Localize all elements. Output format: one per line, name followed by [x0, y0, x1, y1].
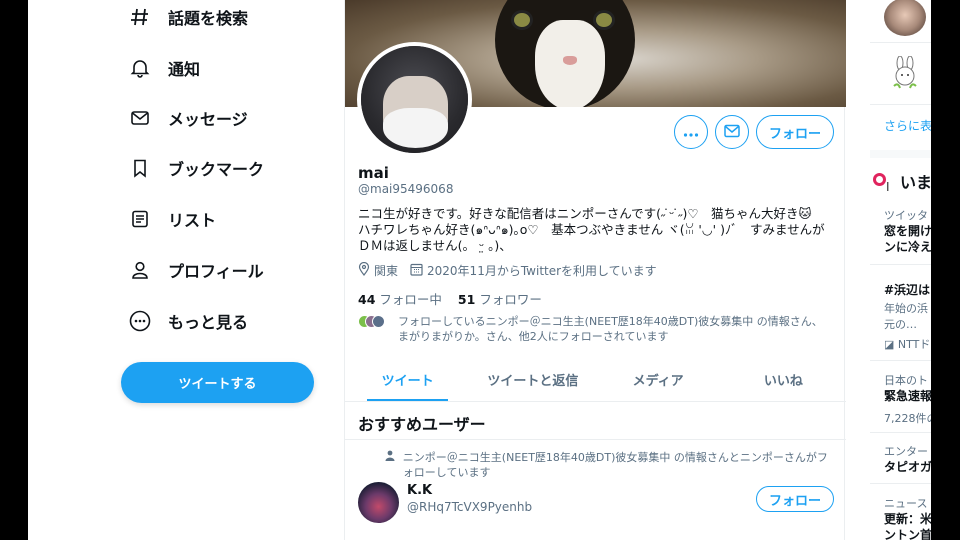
show-more-link[interactable]: さらに表 [884, 117, 931, 134]
trend-title[interactable]: 窓を開け [884, 223, 931, 239]
trend-desc: 年始の浜 [884, 302, 928, 315]
trend-desc: 元の… [884, 318, 917, 331]
profile-location: 関東 [374, 264, 399, 278]
known-followers[interactable]: フォローしているニンポー＠ニコ生主(NEET歴18年40歳DT)彼女募集中 の情… [358, 314, 838, 344]
profile-joined: 2020年11月からTwitterを利用しています [427, 264, 657, 278]
suggested-user-name[interactable]: K.K [407, 483, 432, 498]
envelope-icon [724, 123, 740, 142]
suggestions-title: おすすめユーザー [358, 415, 486, 434]
person-icon [128, 258, 152, 282]
left-sidebar: 話題を検索 通知 メッセージ ブックマーク リスト プロフィール もっと見る ツ… [28, 0, 344, 540]
nav-label: プロフィール [168, 262, 264, 281]
trend-title[interactable]: 緊急速報 [884, 388, 931, 404]
nav-label: 話題を検索 [168, 9, 249, 28]
bell-icon [128, 56, 152, 80]
nav-item-lists[interactable]: リスト [128, 202, 216, 236]
tab-media[interactable]: メディア [596, 358, 721, 401]
avatar[interactable] [884, 0, 926, 36]
calendar-icon [410, 263, 423, 279]
twitter-window: 話題を検索 通知 メッセージ ブックマーク リスト プロフィール もっと見る ツ… [28, 0, 931, 540]
envelope-icon [128, 106, 152, 130]
trend-category: ツイッタ [884, 209, 928, 222]
nav-item-notifications[interactable]: 通知 [128, 51, 200, 85]
location-pin-icon [358, 261, 370, 279]
divider [345, 439, 846, 440]
trend-category: ニュース [884, 497, 928, 510]
person-icon [385, 450, 397, 480]
suggestion-context: ニンポー＠ニコ生主(NEET歴18年40歳DT)彼女募集中 の情報さんとニンポー… [385, 450, 835, 480]
trend-title[interactable]: タピオガ [884, 459, 931, 475]
profile-meta: 関東 2020年11月からTwitterを利用しています [358, 261, 661, 279]
profile-avatar[interactable] [357, 42, 472, 157]
bunny-avatar-icon[interactable] [888, 55, 922, 92]
list-icon [128, 207, 152, 231]
right-sidebar: さらに表 いまど ツイッタ 窓を開け ンに冷え #浜辺は 年始の浜 元の… ◪ … [870, 0, 931, 540]
more-dots-icon [683, 123, 699, 142]
text-cursor-icon: I [886, 180, 890, 194]
known-followers-text: フォローしているニンポー＠ニコ生主(NEET歴18年40歳DT)彼女募集中 の情… [398, 315, 823, 343]
avatar [372, 315, 385, 328]
tab-likes[interactable]: いいね [721, 358, 846, 401]
profile-handle: @mai95496068 [358, 182, 454, 196]
nav-item-messages[interactable]: メッセージ [128, 101, 248, 135]
tweet-button[interactable]: ツイートする [121, 362, 314, 403]
trend-title[interactable]: #浜辺は [884, 282, 930, 298]
nav-item-profile[interactable]: プロフィール [128, 253, 264, 287]
suggested-user-avatar[interactable] [358, 482, 399, 523]
trend-count: 7,228件の [884, 412, 931, 425]
bookmark-icon [128, 156, 152, 180]
message-button[interactable] [715, 115, 749, 149]
more-options-button[interactable] [674, 115, 708, 149]
profile-bio: ニコ生が好きです。好きな配信者はニンポーさんです(˶ ̇ᵕ ̇˶)♡ 猫ちゃん大… [358, 206, 825, 253]
profile-column: フォロー mai @mai95496068 ニコ生が好きです。好きな配信者はニン… [344, 0, 846, 540]
nav-item-more[interactable]: もっと見る [128, 304, 248, 338]
promoted-icon: ◪ [884, 338, 898, 351]
trends-title: いまど [900, 173, 931, 192]
suggested-follow-button[interactable]: フォロー [756, 486, 834, 512]
nav-label: もっと見る [168, 313, 249, 332]
profile-name: mai [358, 164, 389, 182]
promoted-source: ◪ NTTド [884, 338, 931, 351]
nav-item-explore[interactable]: 話題を検索 [128, 0, 248, 34]
followers-link[interactable]: 51 フォロワー [458, 289, 542, 308]
trend-title[interactable]: 更新：米 [884, 511, 931, 527]
nav-label: メッセージ [168, 110, 248, 129]
trend-title[interactable]: ントン首 [884, 527, 931, 540]
nav-label: ブックマーク [168, 160, 265, 179]
following-link[interactable]: 44 フォロー中 [358, 289, 442, 308]
follow-counts: 44 フォロー中 51 フォロワー [358, 289, 558, 308]
nav-label: 通知 [168, 60, 201, 79]
follow-button[interactable]: フォロー [756, 115, 834, 149]
nav-item-bookmarks[interactable]: ブックマーク [128, 151, 264, 185]
tab-tweets-replies[interactable]: ツイートと返信 [470, 358, 595, 401]
trend-title[interactable]: ンに冷え [884, 239, 931, 255]
nav-label: リスト [168, 211, 217, 230]
suggested-user-handle: @RHq7TcVX9Pyenhb [407, 500, 533, 514]
trend-category: エンター [884, 445, 928, 458]
tab-tweets[interactable]: ツイート [345, 358, 470, 401]
record-indicator-icon [873, 173, 886, 186]
trend-category: 日本のト [884, 374, 928, 387]
more-circle-icon [128, 309, 152, 333]
hashtag-icon [128, 5, 152, 29]
profile-tabs: ツイート ツイートと返信 メディア いいね [345, 358, 846, 402]
